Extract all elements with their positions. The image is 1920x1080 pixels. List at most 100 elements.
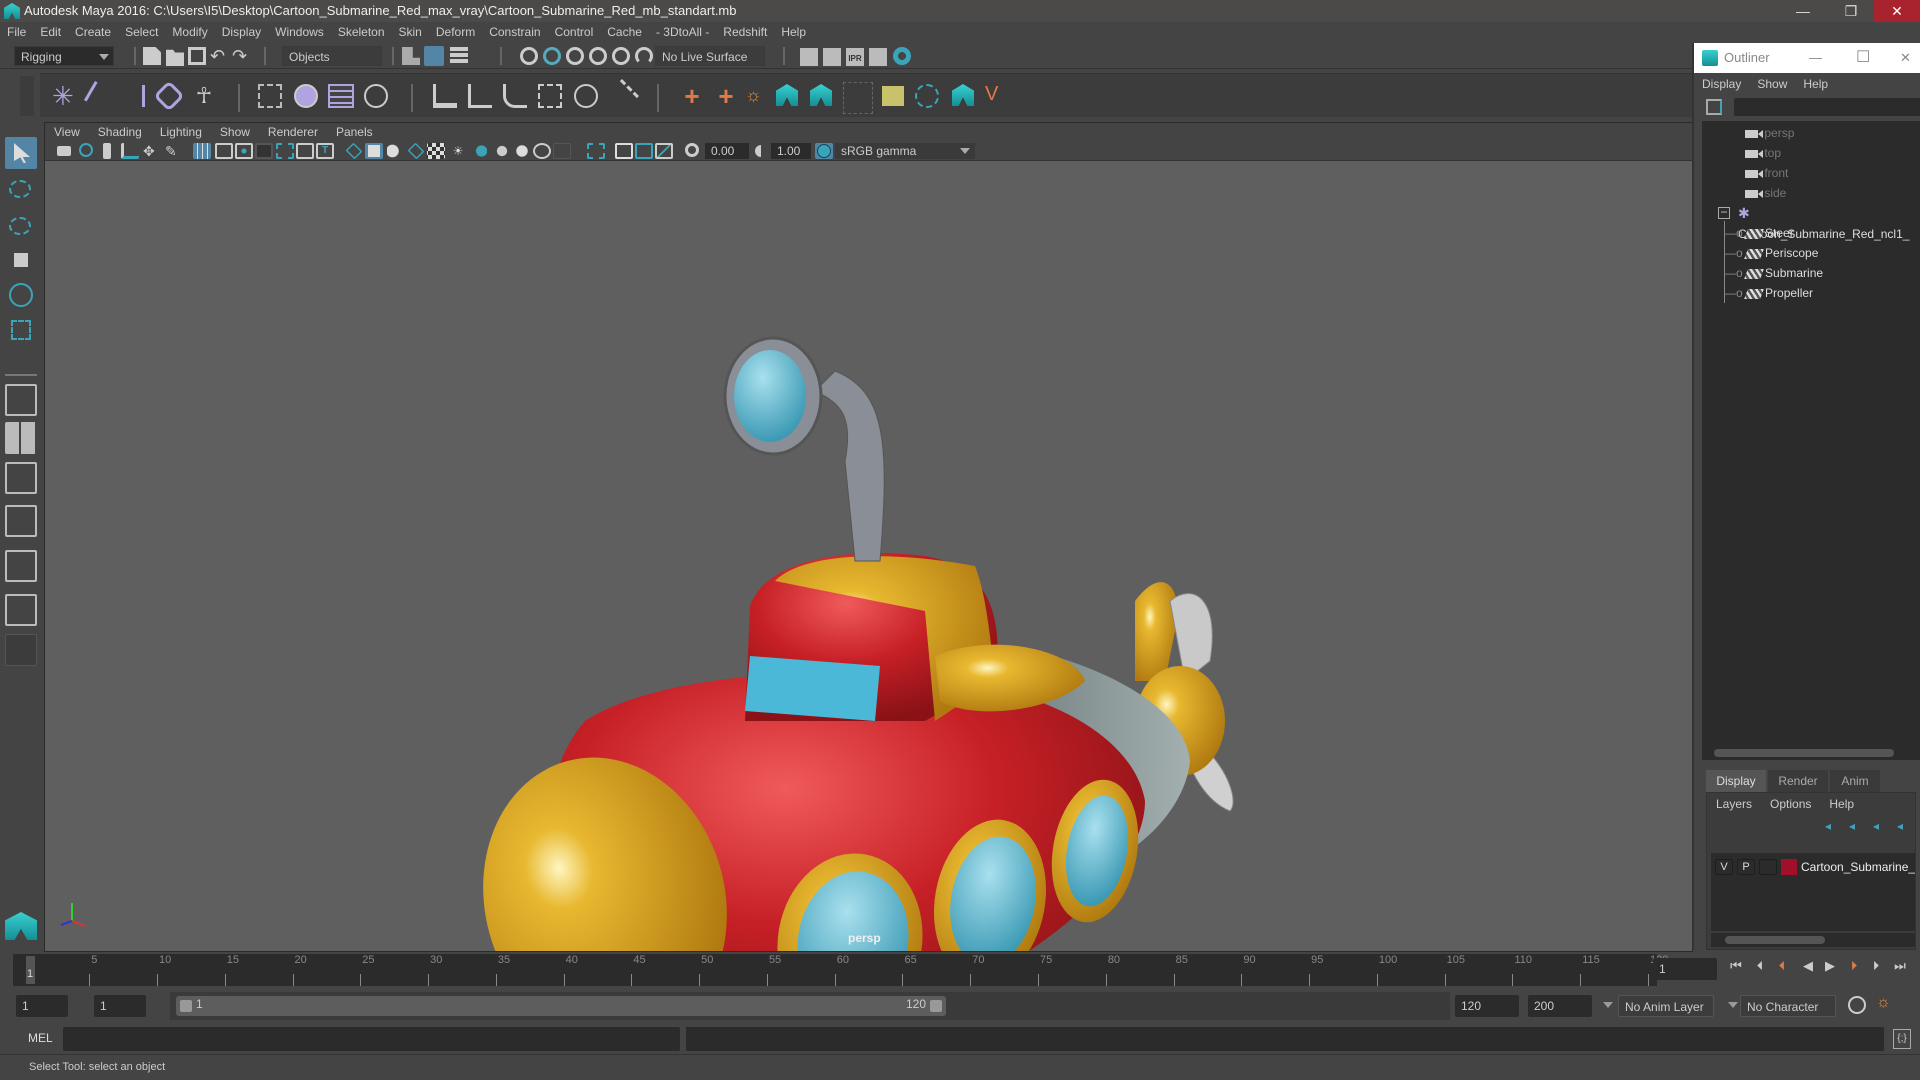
paint-select-tool[interactable] bbox=[5, 209, 37, 241]
menu-display[interactable]: Display bbox=[215, 22, 268, 43]
mel-input[interactable] bbox=[63, 1027, 680, 1051]
color-space-dropdown[interactable]: sRGB gamma bbox=[835, 143, 975, 159]
shelf-options-icon[interactable] bbox=[20, 76, 34, 116]
empty-shelf-slot[interactable] bbox=[843, 82, 873, 114]
chevron-down-icon[interactable] bbox=[1728, 1002, 1738, 1008]
new-layer-selected-icon[interactable]: ◂ bbox=[1897, 819, 1911, 833]
render-settings-icon[interactable] bbox=[869, 48, 887, 66]
step-back-frame-button[interactable]: ⏴ bbox=[1774, 958, 1790, 974]
lattice-icon[interactable] bbox=[328, 84, 354, 108]
depth-of-field-icon[interactable] bbox=[533, 143, 551, 159]
safe-title-icon[interactable]: T bbox=[316, 143, 334, 159]
minimize-button[interactable]: — bbox=[1780, 0, 1826, 22]
outliner-horizontal-scrollbar[interactable] bbox=[1702, 746, 1920, 760]
hypershade-persp-layout[interactable] bbox=[5, 550, 37, 582]
paint-select-icon[interactable] bbox=[915, 84, 939, 108]
layer-visibility-toggle[interactable]: V bbox=[1715, 859, 1733, 875]
snap-grid-icon[interactable] bbox=[520, 47, 538, 65]
menu-create[interactable]: Create bbox=[68, 22, 118, 43]
four-view-layout[interactable] bbox=[5, 422, 37, 454]
playback-start-field[interactable]: 1 bbox=[94, 995, 146, 1017]
move-layer-up-icon[interactable]: ◂ bbox=[1825, 819, 1839, 833]
ipr-render-icon[interactable]: IPR bbox=[846, 48, 864, 66]
step-back-key-button[interactable]: ⏴ bbox=[1752, 958, 1768, 974]
character-icon[interactable]: ☼ bbox=[745, 84, 767, 106]
lasso-tool[interactable] bbox=[5, 174, 37, 206]
layer-display-type-toggle[interactable] bbox=[1759, 859, 1777, 875]
xray-joints-icon[interactable] bbox=[635, 143, 653, 159]
select-object-icon[interactable] bbox=[424, 46, 444, 66]
render-current-frame-icon[interactable] bbox=[823, 48, 841, 66]
camera-attributes-icon[interactable] bbox=[79, 143, 93, 157]
range-end-handle[interactable] bbox=[930, 1000, 942, 1012]
layer-menu-layers[interactable]: Layers bbox=[1707, 793, 1761, 815]
resolution-gate-icon[interactable] bbox=[235, 143, 253, 159]
scene-canvas[interactable] bbox=[45, 161, 1692, 951]
image-plane-icon[interactable] bbox=[121, 143, 139, 159]
snap-point-icon[interactable] bbox=[566, 47, 584, 65]
auto-key-icon[interactable] bbox=[1848, 996, 1866, 1014]
smooth-shade-icon[interactable] bbox=[365, 143, 383, 159]
menu-skin[interactable]: Skin bbox=[392, 22, 429, 43]
outliner-search-input[interactable] bbox=[1734, 98, 1920, 116]
collapse-toggle[interactable]: − bbox=[1718, 206, 1730, 219]
field-chart-icon[interactable] bbox=[276, 143, 294, 159]
select-camera-icon[interactable] bbox=[57, 146, 71, 156]
2d-pan-zoom-icon[interactable]: ✥ bbox=[143, 143, 161, 159]
color-management-toggle[interactable] bbox=[815, 143, 833, 159]
restore-button[interactable]: ❐ bbox=[1828, 0, 1874, 22]
tab-anim[interactable]: Anim bbox=[1830, 770, 1880, 792]
menu-windows[interactable]: Windows bbox=[268, 22, 331, 43]
new-layer-icon[interactable]: ◂ bbox=[1873, 819, 1887, 833]
curve-tool-icon[interactable]: V bbox=[985, 82, 1003, 106]
move-tool[interactable] bbox=[5, 244, 37, 276]
outliner-item-group[interactable]: ✱ Cartoon_Submarine_Red_ncl1_ bbox=[1738, 203, 1920, 241]
cluster-icon[interactable] bbox=[364, 84, 388, 108]
outliner-item-submarine[interactable]: —o Submarine bbox=[1724, 263, 1823, 283]
open-scene-icon[interactable] bbox=[166, 49, 184, 66]
menu-cache[interactable]: Cache bbox=[600, 22, 649, 43]
paint-weights-icon[interactable] bbox=[258, 84, 282, 108]
tab-display[interactable]: Display bbox=[1706, 770, 1766, 792]
snap-view-plane-icon[interactable] bbox=[612, 47, 630, 65]
menuset-dropdown[interactable]: Rigging bbox=[14, 46, 114, 66]
step-forward-key-button[interactable]: ⏵ bbox=[1868, 958, 1884, 974]
script-editor-button[interactable]: {;} bbox=[1893, 1029, 1911, 1049]
grid-toggle-icon[interactable] bbox=[193, 143, 211, 159]
select-component-icon[interactable] bbox=[450, 47, 468, 65]
chevron-down-icon[interactable] bbox=[1603, 1002, 1613, 1008]
viewport-menu-lighting[interactable]: Lighting bbox=[151, 123, 211, 141]
menu-constrain[interactable]: Constrain bbox=[482, 22, 547, 43]
outliner-filter-icon[interactable] bbox=[1706, 99, 1722, 115]
isolate-select-icon[interactable] bbox=[587, 143, 605, 159]
layer-playback-toggle[interactable]: P bbox=[1737, 859, 1755, 875]
xray-active-icon[interactable] bbox=[615, 143, 633, 159]
shadows-icon[interactable]: ☀ bbox=[449, 143, 467, 159]
persp-outliner-graph-layout[interactable] bbox=[5, 594, 37, 626]
use-all-lights-icon[interactable] bbox=[427, 143, 445, 159]
snap-projected-center-icon[interactable] bbox=[589, 47, 607, 65]
outliner-item-side[interactable]: side bbox=[1745, 183, 1786, 203]
outliner-item-persp[interactable]: persp bbox=[1745, 123, 1794, 143]
select-hierarchy-icon[interactable] bbox=[402, 47, 420, 65]
menu-help[interactable]: Help bbox=[774, 22, 813, 43]
locator-icon[interactable]: + bbox=[680, 83, 704, 109]
move-layer-down-icon[interactable]: ◂ bbox=[1849, 819, 1863, 833]
select-tool[interactable] bbox=[5, 137, 37, 169]
outliner-menu-show[interactable]: Show bbox=[1749, 73, 1795, 95]
viewport-panel[interactable]: View Shading Lighting Show Renderer Panels ✥ … bbox=[44, 122, 1693, 952]
viewport-menu-view[interactable]: View bbox=[45, 123, 89, 141]
play-forwards-button[interactable]: ▶ bbox=[1822, 958, 1838, 974]
scale-constraint-icon[interactable] bbox=[538, 84, 562, 108]
viewport-menu-shading[interactable]: Shading bbox=[89, 123, 151, 141]
new-scene-icon[interactable] bbox=[143, 47, 161, 65]
outliner-close-button[interactable]: ✕ bbox=[1900, 43, 1911, 73]
layer-name[interactable]: Cartoon_Submarine_R bbox=[1801, 859, 1915, 875]
rotate-tool[interactable] bbox=[5, 279, 37, 311]
multisample-aa-icon[interactable] bbox=[513, 143, 531, 159]
wireframe-on-shaded-icon[interactable] bbox=[387, 143, 405, 159]
ik-spline-icon[interactable] bbox=[123, 85, 145, 107]
exposure-icon[interactable] bbox=[685, 143, 699, 157]
play-backwards-button[interactable]: ◀ bbox=[1800, 958, 1816, 974]
wireframe-icon[interactable] bbox=[345, 142, 363, 160]
